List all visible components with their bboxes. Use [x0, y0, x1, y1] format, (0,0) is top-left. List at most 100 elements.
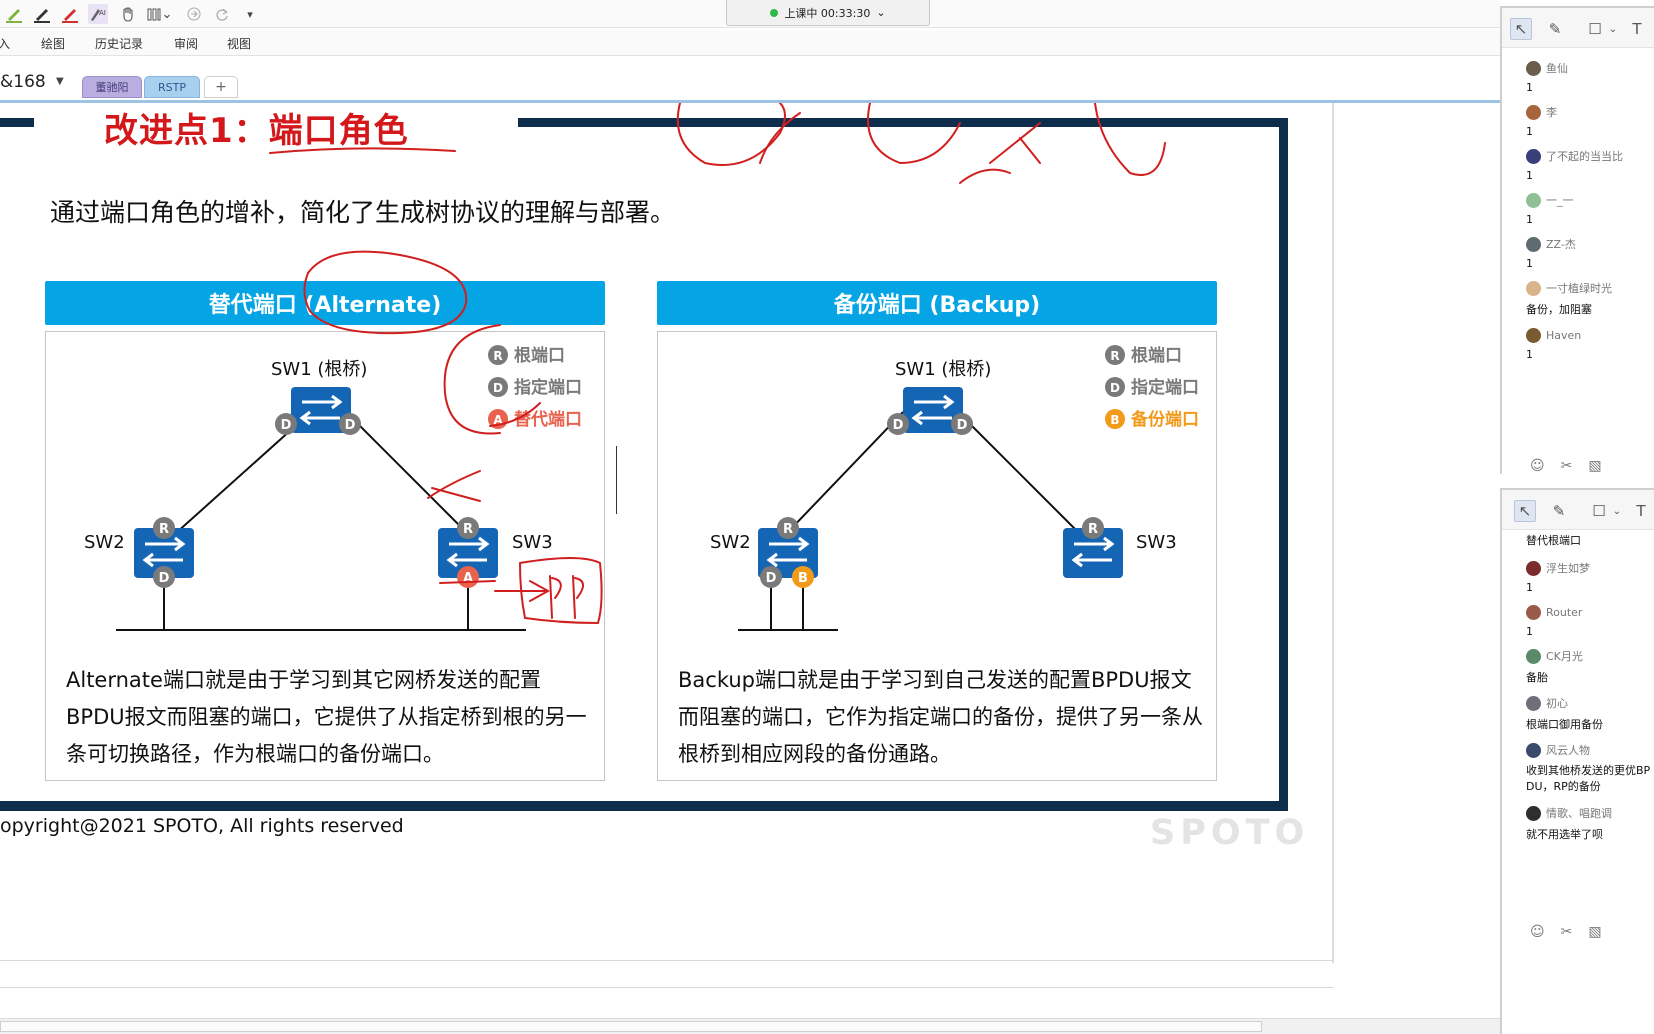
- menu-insert[interactable]: 插入: [0, 35, 10, 52]
- legend-designated-port: 指定端口: [514, 377, 582, 398]
- chat-user-name: 情歌、唱跑调: [1546, 807, 1612, 820]
- backup-panel-body: D D R D B R SW1 (根桥) SW2 SW3 R 根端口 D 指定端…: [657, 331, 1217, 781]
- legend-icon-label: R: [1110, 349, 1119, 363]
- shape-dropdown-icon[interactable]: ⌄: [1602, 18, 1624, 40]
- sw1-label: SW1 (根桥): [895, 359, 991, 380]
- tab-rstp[interactable]: RSTP: [144, 76, 200, 98]
- marker-dropdown-icon[interactable]: ⌄: [162, 4, 173, 24]
- text-tool-icon[interactable]: T: [1626, 18, 1648, 40]
- session-status[interactable]: 上课中 00:33:30 ⌄: [726, 0, 930, 26]
- legend-icon-label: D: [1110, 381, 1120, 395]
- chat-text: 1: [1526, 625, 1533, 638]
- menu-view[interactable]: 视图: [227, 35, 251, 52]
- avatar: [1526, 604, 1541, 620]
- emoji-icon[interactable]: ☺: [1530, 458, 1545, 474]
- image-icon[interactable]: ▧: [1588, 458, 1601, 474]
- port-b-label: B: [798, 571, 808, 586]
- avatar: [1526, 560, 1541, 576]
- backup-description: Backup端口就是由于学习到自己发送的配置BPDU报文而阻塞的端口，它作为指定…: [678, 668, 1203, 766]
- alternate-description: Alternate端口就是由于学习到其它网桥发送的配置BPDU报文而阻塞的端口，…: [66, 668, 587, 766]
- text-tool-icon[interactable]: T: [1630, 500, 1652, 522]
- port-d-label: D: [957, 418, 968, 433]
- horizontal-scrollbar[interactable]: [0, 1018, 1500, 1034]
- chat-user-name: 鱼仙: [1546, 62, 1568, 75]
- alternate-panel-header: 替代端口 (Alternate): [45, 281, 605, 325]
- menu-review[interactable]: 审阅: [174, 35, 198, 52]
- chat-message: CK月光 备胎: [1526, 646, 1654, 685]
- chat-text: 根端口御用备份: [1526, 718, 1603, 731]
- hand-icon[interactable]: [118, 4, 138, 24]
- chat-user-name: 风云人物: [1546, 744, 1590, 757]
- pen-red-icon[interactable]: [60, 4, 80, 24]
- port-d-label: D: [159, 571, 170, 586]
- avatar: [1526, 192, 1541, 208]
- sw3-label: SW3: [1136, 532, 1177, 553]
- pointer-icon[interactable]: ↖: [1514, 500, 1536, 522]
- more-dropdown-icon[interactable]: ▾: [240, 4, 260, 24]
- port-r-label: R: [783, 522, 793, 537]
- chat-message: 情歌、唱跑调 就不用选举了呗: [1526, 803, 1654, 842]
- port-r-label: R: [1088, 522, 1098, 537]
- legend-backup-port: 备份端口: [1130, 409, 1199, 430]
- port-d-label: D: [281, 418, 292, 433]
- port-r-label: R: [463, 522, 473, 537]
- slide-frame-bottom: [0, 801, 1288, 811]
- ai-pen-icon[interactable]: AI: [88, 4, 108, 24]
- chat-message: 初心 根端口御用备份: [1526, 693, 1654, 732]
- page-number[interactable]: &168: [0, 72, 46, 92]
- chat-message: ZZ-杰 1: [1526, 234, 1654, 270]
- menu-draw[interactable]: 绘图: [41, 35, 65, 52]
- session-caret-icon[interactable]: ⌄: [876, 6, 885, 19]
- page-edge: [1332, 103, 1334, 963]
- pen-icon[interactable]: ✎: [1544, 18, 1566, 40]
- menu-history[interactable]: 历史记录: [95, 35, 143, 52]
- redo-icon[interactable]: [212, 4, 232, 24]
- add-tab-button[interactable]: +: [204, 76, 238, 98]
- forward-icon[interactable]: [184, 4, 204, 24]
- page-divider: [0, 960, 1334, 961]
- scissors-icon[interactable]: ✂: [1561, 458, 1573, 474]
- legend-alternate-port: 替代端口: [514, 409, 582, 430]
- avatar: [1526, 648, 1541, 664]
- pen-black-icon[interactable]: [32, 4, 52, 24]
- legend-designated-port: 指定端口: [1131, 377, 1199, 398]
- chat-panel-bottom: ↖ ✎ ☐ ⌄ T 替代根端口 浮生如梦 1 Router 1 CK月光 备胎 …: [1500, 488, 1654, 1034]
- emoji-icon[interactable]: ☺: [1530, 924, 1545, 940]
- image-icon[interactable]: ▧: [1588, 924, 1601, 940]
- chat-message: 一_一 1: [1526, 190, 1654, 226]
- horizontal-scrollbar-thumb[interactable]: [0, 1021, 1262, 1032]
- chat-message: 风云人物 收到其他桥发送的更优BPDU，RP的备份: [1526, 740, 1654, 795]
- chat-user-name: ZZ-杰: [1546, 238, 1576, 251]
- port-d-label: D: [345, 418, 356, 433]
- copyright-text: opyright@2021 SPOTO, All rights reserved: [0, 815, 404, 837]
- port-r-label: R: [159, 522, 169, 537]
- pen-green-icon[interactable]: [4, 4, 24, 24]
- avatar: [1526, 236, 1541, 252]
- chat-message: 一寸植绿时光 备份，加阻塞: [1526, 278, 1654, 317]
- shape-dropdown-icon[interactable]: ⌄: [1606, 500, 1628, 522]
- pointer-icon[interactable]: ↖: [1510, 18, 1532, 40]
- chat-text: 1: [1526, 169, 1533, 182]
- chat-text: 1: [1526, 125, 1533, 138]
- annotation-toolbar: AI ⌄ ▾ 上课中 00:33:30 ⌄: [0, 0, 1500, 28]
- chat-text: 1: [1526, 257, 1533, 270]
- chat-text: 就不用选举了呗: [1526, 828, 1603, 841]
- slide-canvas: 改进点1：端口角色 通过端口角色的增补，简化了生成树协议的理解与部署。 替代端口…: [0, 103, 1304, 853]
- port-d-label: D: [893, 418, 904, 433]
- chat-user-name: Router: [1546, 605, 1583, 619]
- port-d-label: D: [766, 571, 777, 586]
- scissors-icon[interactable]: ✂: [1561, 924, 1573, 940]
- chat-message: 李 1: [1526, 102, 1654, 138]
- chat-footer-top: ☺ ✂ ▧: [1530, 458, 1602, 474]
- pen-icon[interactable]: ✎: [1548, 500, 1570, 522]
- session-time: 上课中 00:33:30: [784, 6, 871, 20]
- avatar: [1526, 60, 1541, 76]
- chat-user-name: 了不起的当当比: [1546, 150, 1623, 163]
- chat-message: Router 1: [1526, 602, 1654, 638]
- page-caret-icon[interactable]: ▼: [56, 76, 64, 87]
- chat-text: 1: [1526, 213, 1533, 226]
- tab-student[interactable]: 董驰阳: [82, 76, 142, 98]
- chat-message: Haven 1: [1526, 325, 1654, 361]
- avatar: [1526, 148, 1541, 164]
- page-divider: [0, 987, 1334, 988]
